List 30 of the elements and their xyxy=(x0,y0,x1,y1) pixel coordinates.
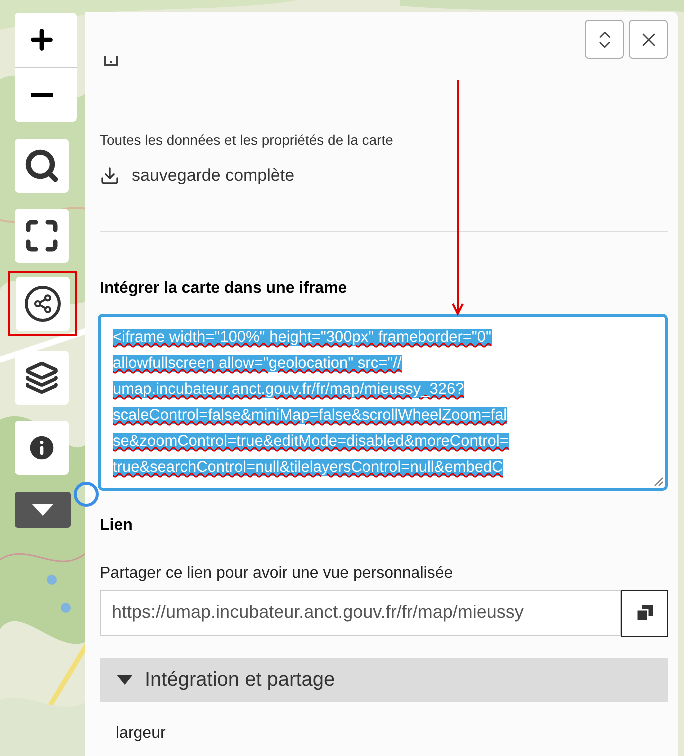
share-button[interactable] xyxy=(16,276,70,330)
embed-heading: Intégrer la carte dans une iframe xyxy=(100,278,348,298)
resize-button[interactable] xyxy=(585,20,624,59)
download-icon xyxy=(100,166,120,186)
embed-code-field[interactable] xyxy=(98,314,668,490)
export-description: Toutes les données et les propriétés de la carte xyxy=(100,131,394,150)
share-icon xyxy=(24,286,60,322)
resize-handle-icon xyxy=(653,476,663,486)
slider-handle[interactable] xyxy=(74,482,99,507)
caret-icon xyxy=(117,674,133,684)
link-heading: Lien xyxy=(100,516,134,536)
minus-icon xyxy=(31,93,53,97)
search-button[interactable] xyxy=(15,139,69,193)
width-label: largeur xyxy=(116,724,167,744)
full-backup-link[interactable]: sauvegarde complète xyxy=(100,163,668,188)
link-url-field[interactable]: https://umap.incubateur.anct.gouv.fr/fr/map/mieussy xyxy=(100,590,621,636)
more-controls-button[interactable] xyxy=(15,492,71,528)
link-description: Partager ce lien pour avoir une vue personnalisée xyxy=(100,564,454,584)
close-button[interactable] xyxy=(629,20,668,59)
fullscreen-button[interactable] xyxy=(15,209,69,263)
tray-icon xyxy=(104,56,118,66)
caret-icon xyxy=(32,504,54,516)
copy-button[interactable] xyxy=(621,590,668,636)
layers-button[interactable] xyxy=(15,351,69,405)
section-header[interactable]: Intégration et partage xyxy=(100,658,668,702)
info-button[interactable] xyxy=(15,421,69,475)
search-icon xyxy=(24,148,60,184)
layers-icon xyxy=(25,361,59,395)
fullscreen-icon xyxy=(24,218,60,254)
copy-icon xyxy=(636,604,654,622)
